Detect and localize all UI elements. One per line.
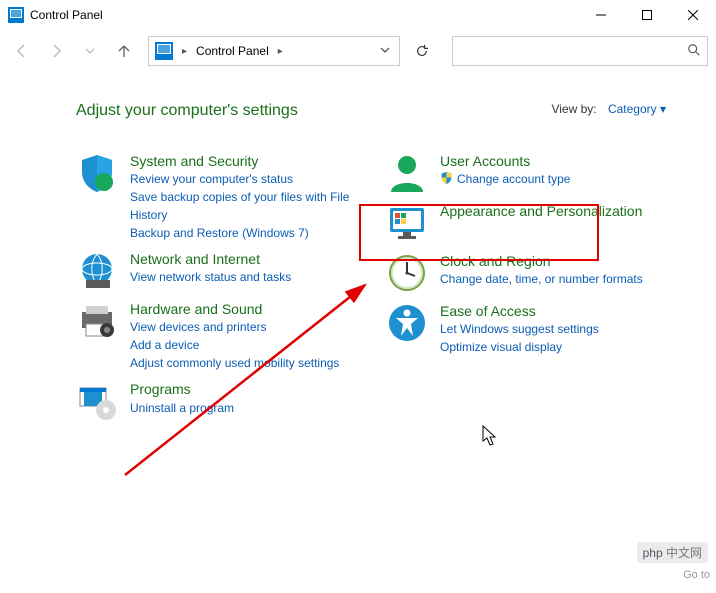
toolbar: ▸ Control Panel ▸: [0, 30, 716, 72]
category-system-security: System and Security Review your computer…: [76, 152, 366, 242]
goto-label: Go to: [683, 569, 710, 581]
control-panel-mini-icon: [155, 42, 173, 60]
category-appearance: Appearance and Personalization: [386, 202, 676, 244]
link-network-internet[interactable]: Network and Internet: [130, 250, 291, 268]
up-button[interactable]: [110, 37, 138, 65]
search-input[interactable]: [452, 36, 708, 66]
left-column: System and Security Review your computer…: [76, 152, 366, 430]
link-change-account-type[interactable]: Change account type: [457, 170, 570, 188]
link-appearance-personalization[interactable]: Appearance and Personalization: [440, 202, 642, 220]
globe-icon: [76, 250, 118, 292]
monitor-icon: [386, 202, 428, 244]
link-optimize-display[interactable]: Optimize visual display: [440, 338, 599, 356]
right-column: User Accounts Change account type Appear…: [386, 152, 676, 430]
link-devices-printers[interactable]: View devices and printers: [130, 318, 339, 336]
recent-dropdown-icon[interactable]: [76, 37, 104, 65]
search-icon: [687, 43, 701, 60]
close-button[interactable]: [670, 0, 716, 30]
link-clock-region[interactable]: Clock and Region: [440, 252, 643, 270]
forward-button[interactable]: [42, 37, 70, 65]
printer-icon: [76, 300, 118, 342]
link-network-status[interactable]: View network status and tasks: [130, 268, 291, 286]
shield-icon: [76, 152, 118, 194]
category-ease-of-access: Ease of Access Let Windows suggest setti…: [386, 302, 676, 356]
window-title: Control Panel: [30, 8, 103, 22]
user-icon: [386, 152, 428, 194]
clock-icon: [386, 252, 428, 294]
breadcrumb-control-panel[interactable]: Control Panel: [196, 44, 269, 58]
link-user-accounts[interactable]: User Accounts: [440, 152, 570, 170]
link-mobility-settings[interactable]: Adjust commonly used mobility settings: [130, 354, 339, 372]
accessibility-icon: [386, 302, 428, 344]
link-ease-of-access[interactable]: Ease of Access: [440, 302, 599, 320]
programs-icon: [76, 380, 118, 422]
link-add-device[interactable]: Add a device: [130, 336, 339, 354]
chevron-right-icon[interactable]: ▸: [275, 46, 286, 57]
link-backup-restore[interactable]: Backup and Restore (Windows 7): [130, 224, 366, 242]
watermark: php php 中文网中文网: [637, 542, 708, 563]
view-by-label: View by:: [551, 102, 596, 116]
link-programs[interactable]: Programs: [130, 380, 234, 398]
view-by: View by: Category ▾: [551, 102, 666, 116]
window-controls: [578, 0, 716, 30]
uac-shield-icon: [440, 171, 453, 187]
back-button[interactable]: [8, 37, 36, 65]
link-uninstall[interactable]: Uninstall a program: [130, 399, 234, 417]
link-suggest-settings[interactable]: Let Windows suggest settings: [440, 320, 599, 338]
minimize-button[interactable]: [578, 0, 624, 30]
link-system-security[interactable]: System and Security: [130, 152, 366, 170]
category-hardware: Hardware and Sound View devices and prin…: [76, 300, 366, 372]
link-change-date-time[interactable]: Change date, time, or number formats: [440, 270, 643, 288]
address-dropdown-icon[interactable]: [377, 45, 393, 58]
control-panel-icon: [8, 7, 24, 23]
link-review-status[interactable]: Review your computer's status: [130, 170, 366, 188]
category-network: Network and Internet View network status…: [76, 250, 366, 292]
link-hardware-sound[interactable]: Hardware and Sound: [130, 300, 339, 318]
address-bar[interactable]: ▸ Control Panel ▸: [148, 36, 400, 66]
refresh-button[interactable]: [406, 36, 438, 66]
link-file-history[interactable]: Save backup copies of your files with Fi…: [130, 188, 366, 224]
content-area: Adjust your computer's settings View by:…: [0, 72, 716, 430]
view-by-dropdown[interactable]: Category ▾: [608, 102, 666, 116]
category-clock-region: Clock and Region Change date, time, or n…: [386, 252, 676, 294]
maximize-button[interactable]: [624, 0, 670, 30]
category-user-accounts: User Accounts Change account type: [386, 152, 676, 194]
category-programs: Programs Uninstall a program: [76, 380, 366, 422]
chevron-right-icon[interactable]: ▸: [179, 46, 190, 57]
titlebar: Control Panel: [0, 0, 716, 30]
